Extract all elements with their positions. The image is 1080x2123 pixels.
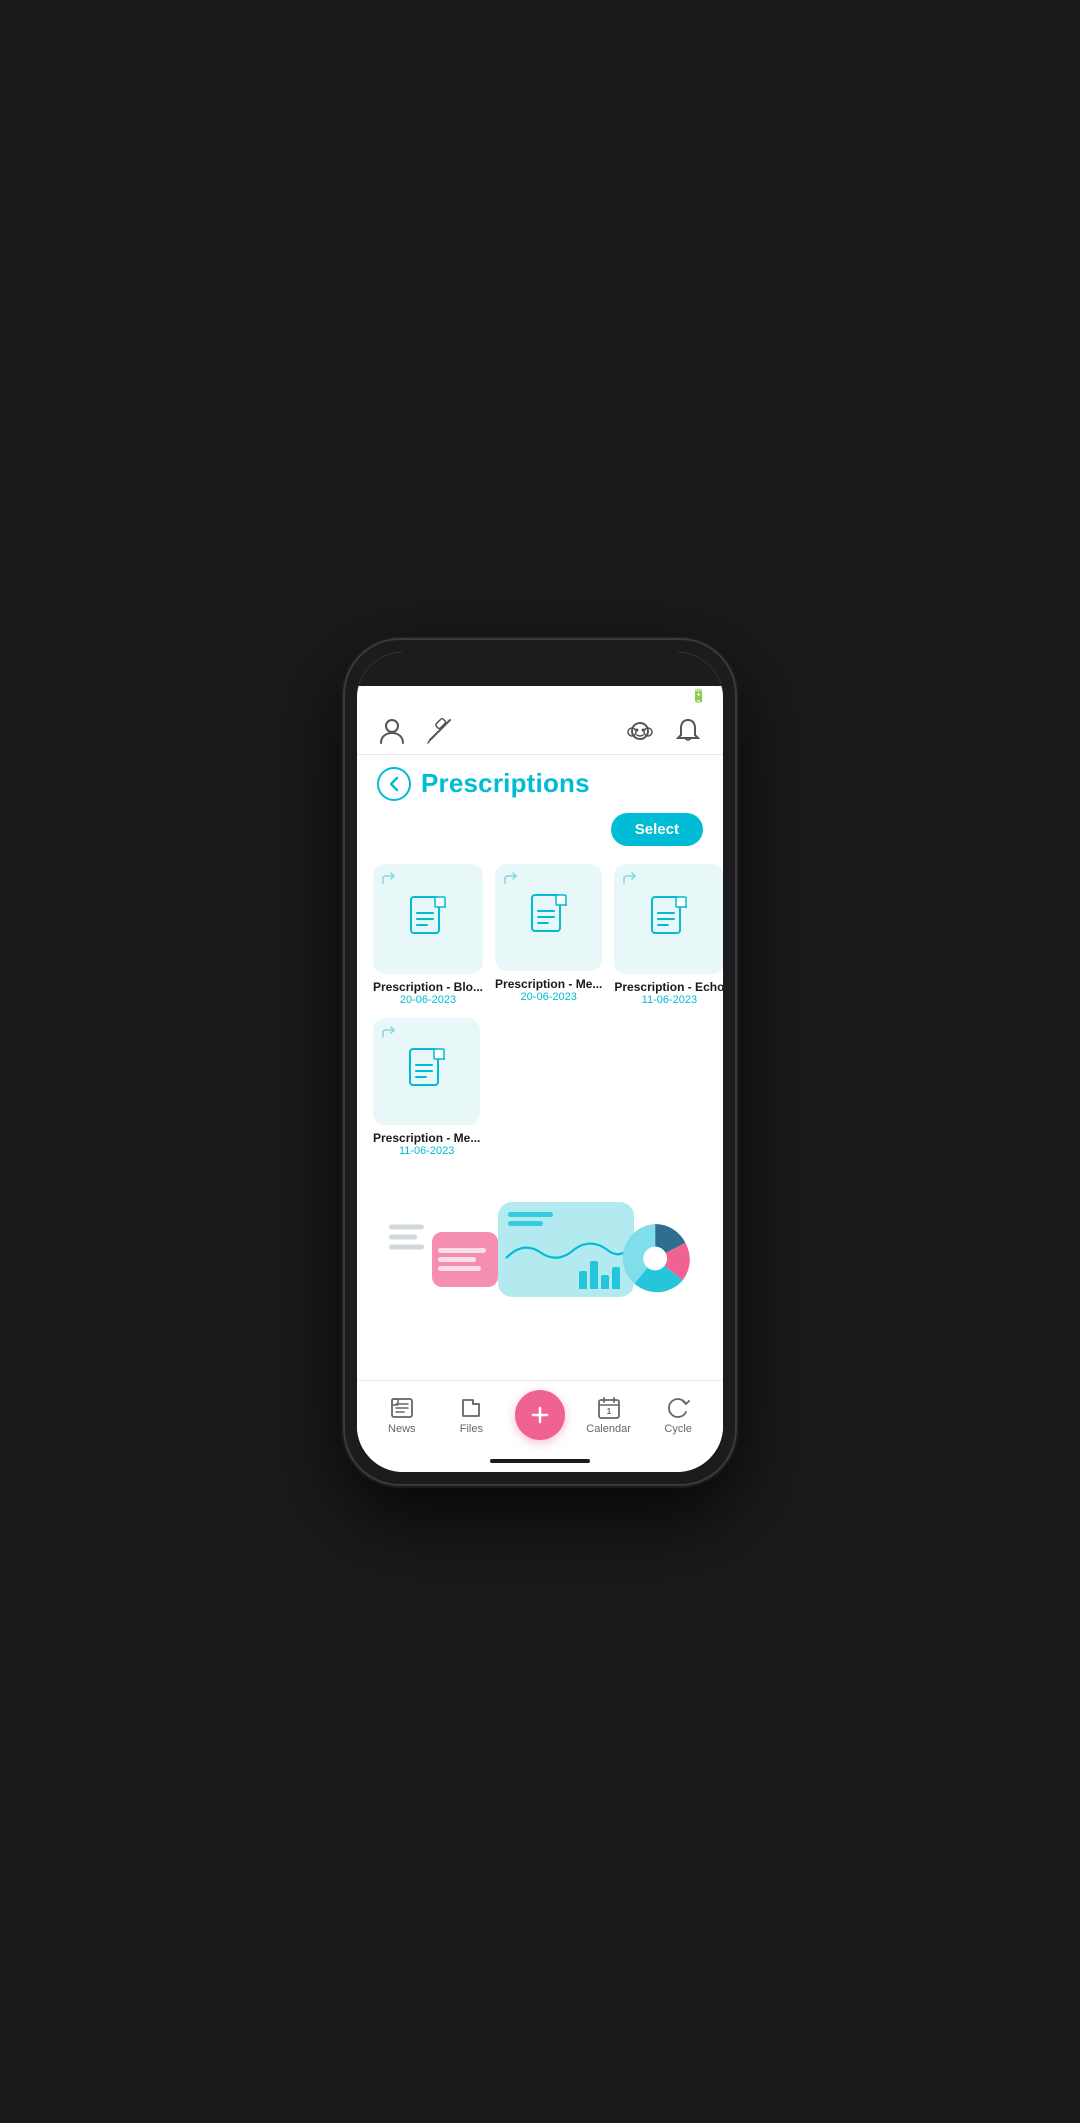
nav-news-label: News bbox=[388, 1423, 416, 1435]
battery-icon: 🔋 bbox=[691, 688, 707, 704]
nav-news[interactable]: News bbox=[376, 1396, 428, 1435]
top-bar bbox=[357, 706, 723, 755]
back-button[interactable] bbox=[377, 767, 411, 801]
page-title: Prescriptions bbox=[421, 768, 590, 799]
prescription-name-2: Prescription - Me... bbox=[495, 977, 602, 991]
monkey-icon[interactable] bbox=[625, 716, 655, 746]
prescription-card-3[interactable]: Prescription - Echo 11-06-2023 bbox=[614, 864, 723, 1006]
nav-calendar-label: Calendar bbox=[586, 1423, 631, 1435]
nav-add-button[interactable] bbox=[515, 1390, 565, 1440]
nav-files-label: Files bbox=[460, 1423, 483, 1435]
prescription-card-4[interactable]: Prescription - Me... 11-06-2023 bbox=[373, 1018, 480, 1157]
prescription-card-2[interactable]: Prescription - Me... 20-06-2023 bbox=[495, 864, 602, 1006]
prescription-date-3: 11-06-2023 bbox=[642, 994, 697, 1006]
nav-files[interactable]: Files bbox=[445, 1396, 497, 1435]
select-button[interactable]: Select bbox=[611, 813, 703, 846]
prescription-name-3: Prescription - Echo bbox=[614, 980, 723, 994]
prescription-name-1: Prescription - Blo... bbox=[373, 980, 483, 994]
prescription-name-4: Prescription - Me... bbox=[373, 1131, 480, 1145]
nav-cycle-label: Cycle bbox=[664, 1423, 692, 1435]
page-header: Prescriptions bbox=[357, 755, 723, 809]
illustration-area bbox=[373, 1187, 707, 1307]
syringe-icon[interactable] bbox=[425, 716, 455, 746]
prescription-date-4: 11-06-2023 bbox=[399, 1145, 454, 1157]
bell-icon[interactable] bbox=[673, 716, 703, 746]
nav-calendar[interactable]: 1 Calendar bbox=[583, 1396, 635, 1435]
home-indicator bbox=[357, 1450, 723, 1472]
bottom-nav: News Files bbox=[357, 1380, 723, 1450]
user-icon[interactable] bbox=[377, 716, 407, 746]
select-area: Select bbox=[357, 809, 723, 854]
status-bar: 🔋 bbox=[357, 686, 723, 706]
prescription-card-1[interactable]: Prescription - Blo... 20-06-2023 bbox=[373, 864, 483, 1006]
pie-chart bbox=[619, 1216, 691, 1301]
prescription-date-2: 20-06-2023 bbox=[521, 991, 577, 1003]
nav-cycle[interactable]: Cycle bbox=[652, 1396, 704, 1435]
svg-text:1: 1 bbox=[606, 1407, 611, 1416]
chart-illustration bbox=[498, 1202, 634, 1297]
prescription-grid-area: Prescription - Blo... 20-06-2023 bbox=[357, 854, 723, 1380]
prescription-date-1: 20-06-2023 bbox=[400, 994, 456, 1006]
